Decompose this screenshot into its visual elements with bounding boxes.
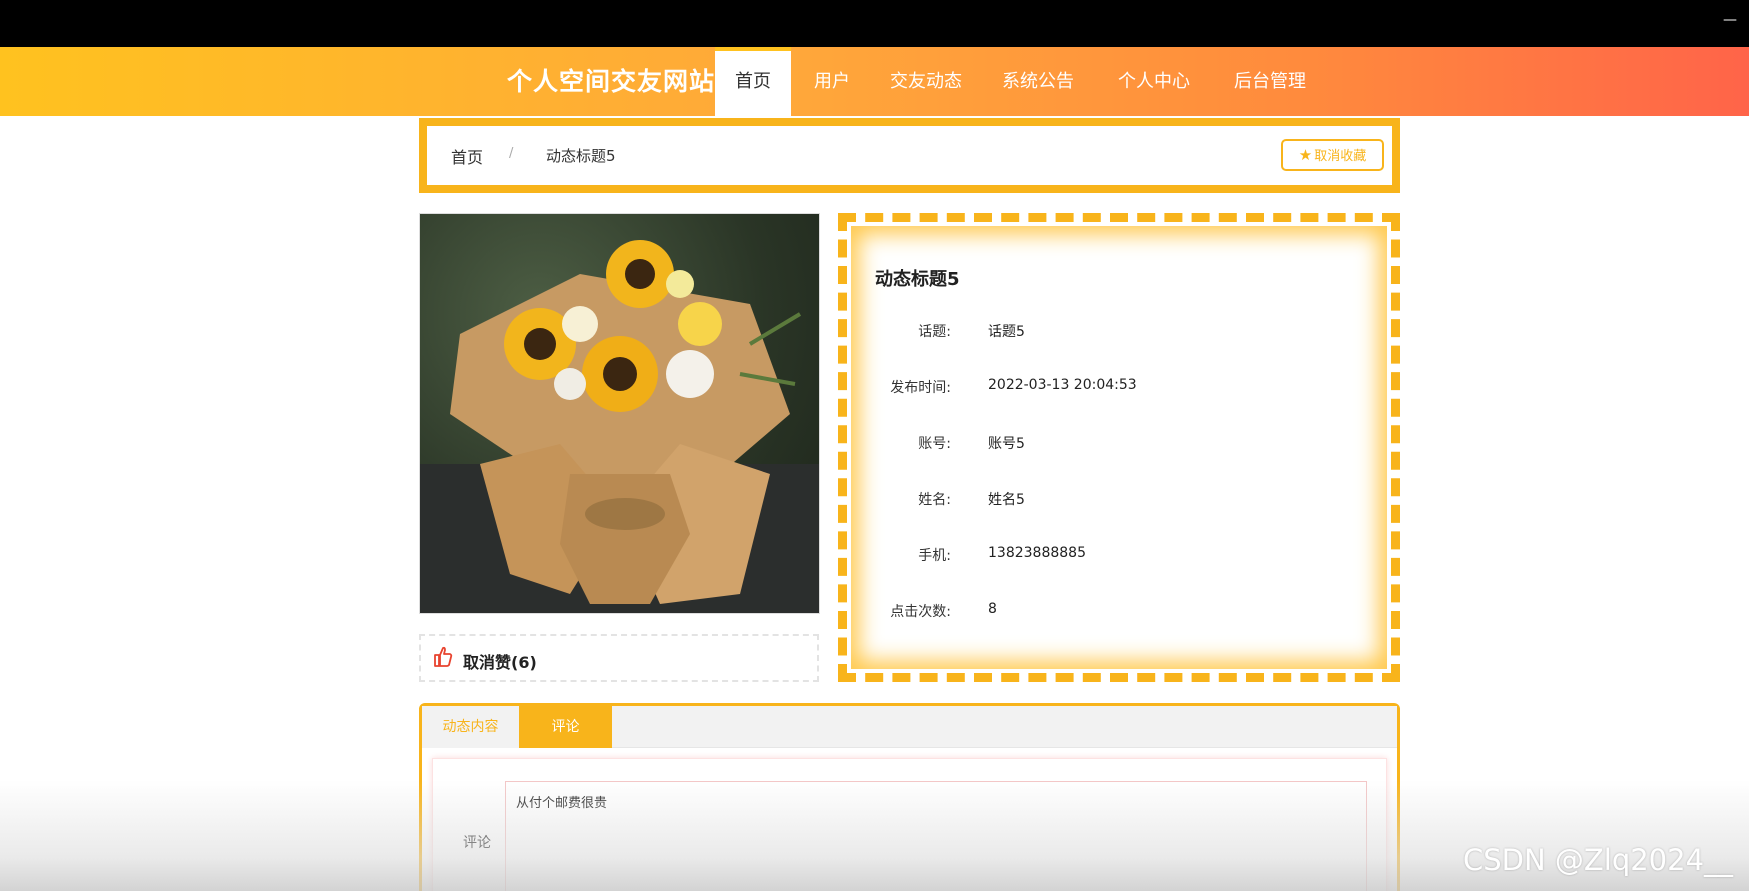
breadcrumb-current: 动态标题5 [546, 147, 616, 165]
detail-value: 2022-03-13 20:04:53 [988, 377, 1137, 393]
nav-item-moments[interactable]: 交友动态 [882, 47, 970, 116]
post-image [419, 213, 820, 614]
comment-input[interactable]: 从付个邮费很贵 [505, 781, 1367, 891]
detail-label: 发布时间: [890, 380, 951, 396]
tab-bar: 动态内容 评论 [422, 706, 1397, 748]
breadcrumb: 首页 / 动态标题5 ★ 取消收藏 [419, 118, 1400, 193]
detail-value: 8 [988, 601, 997, 617]
site-brand[interactable]: 个人空间交友网站 [507, 47, 715, 116]
unfavorite-label: 取消收藏 [1314, 149, 1367, 164]
detail-value: 账号5 [988, 436, 1025, 452]
like-toggle[interactable]: 取消赞(6) [419, 634, 819, 682]
nav-item-users[interactable]: 用户 [800, 47, 864, 116]
nav-item-home[interactable]: 首页 [715, 47, 791, 116]
detail-row-phone: 手机: 13823888885 [851, 545, 1391, 565]
detail-label: 姓名: [918, 492, 951, 508]
star-icon: ★ [1298, 146, 1313, 164]
content-tabs: 动态内容 评论 评论 从付个邮费很贵 [419, 703, 1400, 891]
detail-label: 账号: [918, 436, 951, 452]
unfavorite-button[interactable]: ★ 取消收藏 [1281, 139, 1384, 171]
detail-row-topic: 话题: 话题5 [851, 321, 1391, 341]
post-title: 动态标题5 [875, 269, 960, 290]
nav-item-admin[interactable]: 后台管理 [1226, 47, 1314, 116]
detail-label: 手机: [918, 548, 951, 564]
watermark-text: CSDN @Zlq2024__ [1463, 843, 1734, 877]
minimize-icon[interactable]: — [1723, 12, 1737, 28]
post-detail-panel: 动态标题5 话题: 话题5 发布时间: 2022-03-13 20:04:53 … [838, 213, 1400, 682]
nav-item-notices[interactable]: 系统公告 [994, 47, 1082, 116]
main-nav: 个人空间交友网站 首页 用户 交友动态 系统公告 个人中心 后台管理 [0, 47, 1749, 116]
nav-item-profile[interactable]: 个人中心 [1110, 47, 1198, 116]
like-label: 取消赞(6) [463, 653, 537, 672]
detail-row-click-count: 点击次数: 8 [851, 601, 1391, 621]
window-top-bar: — [0, 0, 1749, 47]
tab-comments[interactable]: 评论 [519, 706, 612, 748]
tab-post-content[interactable]: 动态内容 [422, 706, 519, 748]
detail-label: 话题: [918, 324, 951, 340]
detail-value: 姓名5 [988, 492, 1025, 508]
breadcrumb-home[interactable]: 首页 [451, 144, 483, 168]
detail-value: 13823888885 [988, 545, 1086, 561]
detail-row-account: 账号: 账号5 [851, 433, 1391, 453]
breadcrumb-separator: / [509, 146, 514, 161]
detail-value: 话题5 [988, 324, 1025, 340]
thumbs-up-icon [434, 646, 453, 667]
detail-row-publish-time: 发布时间: 2022-03-13 20:04:53 [851, 377, 1391, 397]
comment-label: 评论 [463, 835, 491, 851]
sunflower-bouquet-illustration [420, 240, 819, 613]
comment-form: 评论 从付个邮费很贵 [432, 758, 1387, 891]
detail-label: 点击次数: [890, 604, 951, 620]
detail-row-name: 姓名: 姓名5 [851, 489, 1391, 509]
